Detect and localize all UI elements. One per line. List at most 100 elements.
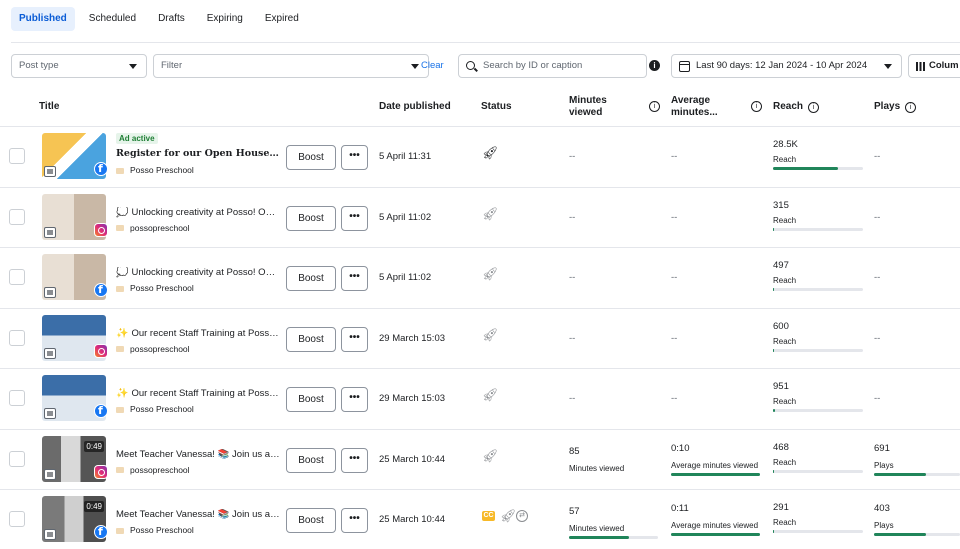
post-thumbnail[interactable] — [42, 254, 108, 300]
col-date-published[interactable]: Date published — [379, 88, 451, 126]
search-input[interactable]: Search by ID or caption — [458, 54, 647, 78]
date-published: 5 April 11:02 — [379, 272, 432, 283]
instagram-icon — [94, 222, 108, 237]
row-checkbox[interactable] — [9, 511, 25, 527]
boost-button[interactable]: Boost — [286, 205, 336, 231]
row-checkbox[interactable] — [9, 329, 25, 346]
more-options-button[interactable]: ••• — [341, 326, 368, 352]
minutes-viewed-value: -- — [569, 332, 576, 344]
rocket-icon[interactable]: 🚀︎ — [482, 267, 499, 281]
row-checkbox[interactable] — [9, 390, 25, 406]
post-thumbnail[interactable] — [42, 314, 108, 361]
video-duration: 0:49 — [84, 440, 104, 452]
plays-value: -- — [874, 211, 881, 223]
tab-published[interactable]: Published — [11, 7, 75, 31]
boost-button[interactable]: Boost — [286, 145, 336, 170]
table-row[interactable]: Ad active Register for our Open House on … — [0, 126, 960, 186]
post-type-label: Post type — [19, 60, 59, 71]
post-thumbnail[interactable]: 0:49 — [42, 496, 108, 542]
post-caption[interactable]: Register for our Open House on th... — [116, 148, 280, 159]
rocket-icon[interactable]: 🚀︎ — [500, 509, 517, 523]
post-caption[interactable]: 💭 Unlocking creativity at Posso! Our... — [116, 267, 280, 278]
more-options-button[interactable]: ••• — [341, 205, 368, 231]
post-thumbnail[interactable] — [42, 193, 108, 240]
calendar-icon — [679, 61, 690, 72]
rocket-icon[interactable]: 🚀︎ — [482, 146, 499, 160]
tab-divider — [11, 42, 960, 43]
col-minutes-viewed[interactable]: Minutes viewed — [569, 88, 629, 126]
post-caption[interactable]: ✨ Our recent Staff Training at Posso ... — [116, 388, 280, 399]
plays-bar-fill — [874, 533, 926, 536]
post-caption[interactable]: 💭 Unlocking creativity at Posso! Our... — [116, 207, 280, 218]
row-checkbox[interactable] — [9, 208, 25, 225]
rocket-icon[interactable]: 🚀︎ — [482, 206, 499, 221]
table-row[interactable]: ✨Our recent Staff Training at Posso ... P… — [0, 368, 960, 428]
more-options-button[interactable]: ••• — [341, 387, 368, 412]
post-type-dropdown[interactable]: Post type — [11, 54, 147, 78]
col-reach[interactable]: Reach i — [773, 88, 820, 126]
post-caption[interactable]: ✨ Our recent Staff Training at Posso ... — [116, 328, 280, 339]
clear-filters-link[interactable]: Clear — [421, 54, 444, 78]
avg-minutes-bar — [671, 533, 760, 536]
col-status[interactable]: Status — [481, 88, 512, 126]
status-icons: 🚀︎ — [482, 386, 522, 408]
info-icon[interactable]: i — [649, 60, 660, 71]
more-options-button[interactable]: ••• — [341, 447, 368, 473]
plays-value: 691 — [874, 442, 890, 454]
minutes-viewed-value: -- — [569, 151, 576, 162]
col-plays[interactable]: Plays i — [874, 88, 917, 126]
table-row[interactable]: 💭Unlocking creativity at Posso! Our... Po… — [0, 247, 960, 307]
row-checkbox[interactable] — [9, 269, 25, 285]
boost-button[interactable]: Boost — [286, 326, 336, 352]
boost-button[interactable]: Boost — [286, 387, 336, 412]
caption-text: Unlocking creativity at Posso! Our... — [131, 267, 280, 278]
more-options-button[interactable]: ••• — [341, 145, 368, 170]
more-options-button[interactable]: ••• — [341, 266, 368, 291]
table-row[interactable]: ✨ Our recent Staff Training at Posso ... p… — [0, 307, 960, 368]
post-thumbnail[interactable]: 0:49 — [42, 435, 108, 482]
info-icon[interactable]: i — [808, 101, 820, 113]
filter-dropdown[interactable]: Filter — [153, 54, 429, 78]
boost-button[interactable]: Boost — [286, 447, 336, 473]
row-checkbox[interactable] — [9, 450, 25, 467]
more-options-button[interactable]: ••• — [341, 508, 368, 533]
col-average-minutes-label: Average minutes... — [671, 95, 718, 118]
instagram-icon — [94, 343, 108, 358]
reach-bar — [773, 288, 863, 291]
boost-button[interactable]: Boost — [286, 266, 336, 291]
rocket-icon[interactable]: 🚀︎ — [482, 388, 499, 402]
caption-text: Register for our Open House on th... — [116, 148, 280, 159]
tab-scheduled[interactable]: Scheduled — [81, 7, 144, 31]
page-name-text: possopreschool — [130, 343, 190, 354]
post-thumbnail[interactable] — [42, 375, 108, 421]
boost-button[interactable]: Boost — [286, 508, 336, 533]
date-range-picker[interactable]: Last 90 days: 12 Jan 2024 - 10 Apr 2024 — [671, 54, 902, 78]
info-icon[interactable]: i — [751, 101, 762, 112]
tab-expiring[interactable]: Expiring — [199, 7, 251, 31]
table-row[interactable]: 0:49 Meet Teacher Vanessa! 📚 Join us as … — [0, 428, 960, 489]
page-icon — [116, 225, 124, 232]
rocket-icon[interactable]: 🚀︎ — [482, 448, 499, 463]
reach-label: Reach — [773, 397, 797, 406]
post-thumbnail[interactable] — [42, 133, 108, 179]
photo-icon — [44, 468, 56, 480]
col-average-minutes[interactable]: Average minutes... — [671, 88, 741, 126]
avg-minutes-value: 0:10 — [671, 442, 690, 454]
chevron-down-icon — [884, 64, 892, 69]
minutes-viewed-value: 85 — [569, 445, 580, 457]
rocket-icon[interactable]: 🚀︎ — [482, 327, 499, 342]
info-icon[interactable]: i — [649, 101, 660, 112]
date-published: 5 April 11:02 — [379, 211, 432, 223]
tab-expired[interactable]: Expired — [257, 7, 307, 31]
info-icon[interactable]: i — [905, 101, 917, 113]
tab-drafts[interactable]: Drafts — [150, 7, 193, 31]
table-row[interactable]: 💭 Unlocking creativity at Posso! Our... po… — [0, 186, 960, 247]
columns-button[interactable]: Colum — [908, 54, 960, 78]
row-checkbox[interactable] — [9, 148, 25, 164]
page-name: Posso Preschool — [116, 404, 194, 414]
table-row[interactable]: 0:49 Meet Teacher Vanessa! 📚 Join us as … — [0, 489, 960, 549]
col-title[interactable]: Title — [39, 88, 59, 126]
post-caption[interactable]: Meet Teacher Vanessa! 📚 Join us as ... — [116, 449, 280, 460]
page-icon — [116, 346, 124, 353]
post-caption[interactable]: Meet Teacher Vanessa! 📚 Join us as ... — [116, 509, 280, 520]
